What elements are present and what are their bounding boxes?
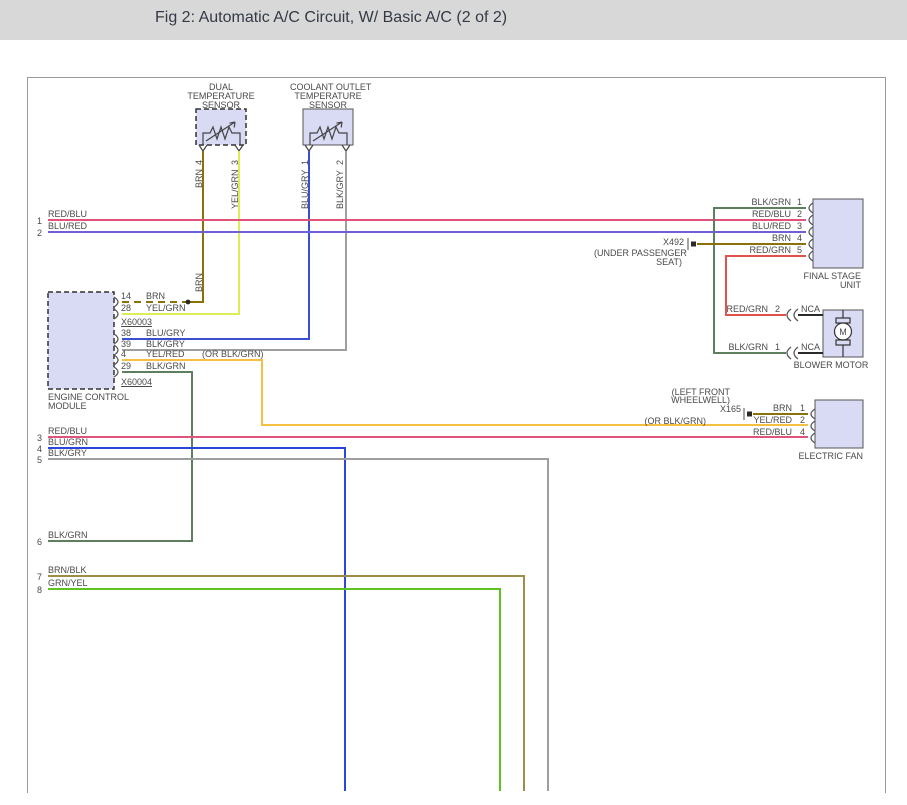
blower-pin1-wire: BLK/GRN (708, 342, 768, 352)
edge-5-number: 5 (28, 455, 42, 465)
wire-8-grn-yel (48, 589, 500, 791)
blower-pin1-number: 1 (772, 342, 780, 352)
dual-pin4-number: 4 (194, 160, 204, 165)
blower-inline-connector-icons (787, 309, 798, 359)
ecm-pin29-wire: BLK/GRN (146, 361, 186, 371)
ecm-pin14-wire: BRN (146, 291, 165, 301)
fsu-location-line2: SEAT) (594, 257, 682, 267)
edge-7-label: BRN/BLK (48, 565, 87, 575)
wire-label-brn-2: BRN (194, 273, 204, 292)
edge-2-label: BLU/RED (48, 221, 87, 231)
edge-3-label: RED/BLU (48, 426, 87, 436)
edge-6-number: 6 (28, 537, 42, 547)
coolant-pin2-number: 2 (335, 160, 345, 165)
dual-pin3-number: 3 (230, 160, 240, 165)
edge-4-label: BLU/GRN (48, 437, 88, 447)
wire-label-blk-gry: BLK/GRY (335, 170, 345, 209)
fan-pin2-number: 2 (797, 415, 805, 425)
fan-pin4-wire: RED/BLU (714, 427, 792, 437)
fan-pin1-number: 1 (797, 403, 805, 413)
fsu-pin2-number: 2 (794, 209, 802, 219)
wire-7-brn-blk (48, 576, 524, 791)
motor-letter: M (838, 327, 848, 337)
fsu-name-line2: UNIT (789, 280, 861, 290)
wire-label-yel-grn: YEL/GRN (230, 169, 240, 209)
fsu-pin1-wire: BLK/GRN (713, 197, 791, 207)
fsu-pin2-wire: RED/BLU (713, 209, 791, 219)
final-stage-unit-box (813, 199, 863, 268)
wire-label-brn: BRN (194, 169, 204, 188)
coolant-pin1-number: 1 (300, 160, 310, 165)
wire-label-blu-gry: BLU/GRY (300, 170, 310, 209)
edge-7-number: 7 (28, 572, 42, 582)
ecm-box (48, 292, 114, 389)
ecm-pin38-wire: BLU/GRY (146, 328, 185, 338)
ecm-pin39-wire: BLK/GRY (146, 339, 185, 349)
ecm-connector-x60003[interactable]: X60003 (121, 317, 152, 327)
ecm-pin38-number: 38 (121, 328, 131, 338)
edge-5-label: BLK/GRY (48, 448, 87, 458)
ecm-pin39-number: 39 (121, 339, 131, 349)
wire-4-blu-grn (48, 448, 345, 791)
x492-connector-icon (688, 238, 696, 250)
ecm-pin4-alt-wire: (OR BLK/GRN) (202, 349, 264, 359)
coolant-sensor-name-line3: SENSOR (290, 100, 366, 110)
ecm-pin28-number: 28 (121, 303, 131, 313)
edge-1-number: 1 (28, 216, 42, 226)
ecm-pin4-number: 4 (121, 349, 126, 359)
sensor-pin-arrow-icons (199, 145, 350, 151)
edge-8-number: 8 (28, 585, 42, 595)
splice-dot (186, 300, 191, 305)
edge-2-number: 2 (28, 228, 42, 238)
ecm-pin-glyphs (114, 297, 118, 377)
fsu-pin4-number: 4 (794, 233, 802, 243)
ecm-pin4-wire: YEL/RED (146, 349, 185, 359)
wire-5-blk-gry (48, 459, 548, 791)
edge-4-number: 4 (28, 444, 42, 454)
edge-8-label: GRN/YEL (48, 578, 88, 588)
ecm-name-line2: MODULE (48, 401, 87, 411)
fsu-pin-glyphs (809, 203, 813, 261)
fan-name: ELECTRIC FAN (788, 451, 863, 461)
fsu-pin4-wire: BRN (713, 233, 791, 243)
fan-connector-x165: X165 (698, 404, 741, 414)
fsu-pin5-number: 5 (794, 245, 802, 255)
blower-pin2-wire: RED/GRN (708, 304, 768, 314)
edge-3-number: 3 (28, 433, 42, 443)
blower-name: BLOWER MOTOR (776, 360, 886, 370)
fan-pin2-wire: YEL/RED (714, 415, 792, 425)
blower-pin2-number: 2 (772, 304, 780, 314)
ecm-connector-x60004[interactable]: X60004 (121, 377, 152, 387)
wiring-diagram-page: Fig 2: Automatic A/C Circuit, W/ Basic A… (0, 0, 907, 805)
blower-pin1-nca: NCA (801, 342, 820, 352)
fan-alt-wire: (OR BLK/GRN) (618, 416, 706, 426)
fsu-pin5-wire: RED/GRN (713, 245, 791, 255)
fsu-connector-x492: X492 (640, 237, 684, 247)
fan-pin4-number: 4 (797, 427, 805, 437)
dual-sensor-name-line3: SENSOR (186, 100, 256, 110)
electric-fan-box (815, 400, 863, 448)
edge-6-label: BLK/GRN (48, 530, 88, 540)
blower-pin2-nca: NCA (801, 304, 820, 314)
ecm-pin28-wire: YEL/GRN (146, 303, 186, 313)
fan-pin-glyphs (811, 409, 815, 443)
ecm-pin29-number: 29 (121, 361, 131, 371)
edge-1-label: RED/BLU (48, 209, 87, 219)
fsu-pin1-number: 1 (794, 197, 802, 207)
ecm-pin14-number: 14 (121, 291, 131, 301)
fsu-pin3-wire: BLU/RED (713, 221, 791, 231)
fsu-pin3-number: 3 (794, 221, 802, 231)
